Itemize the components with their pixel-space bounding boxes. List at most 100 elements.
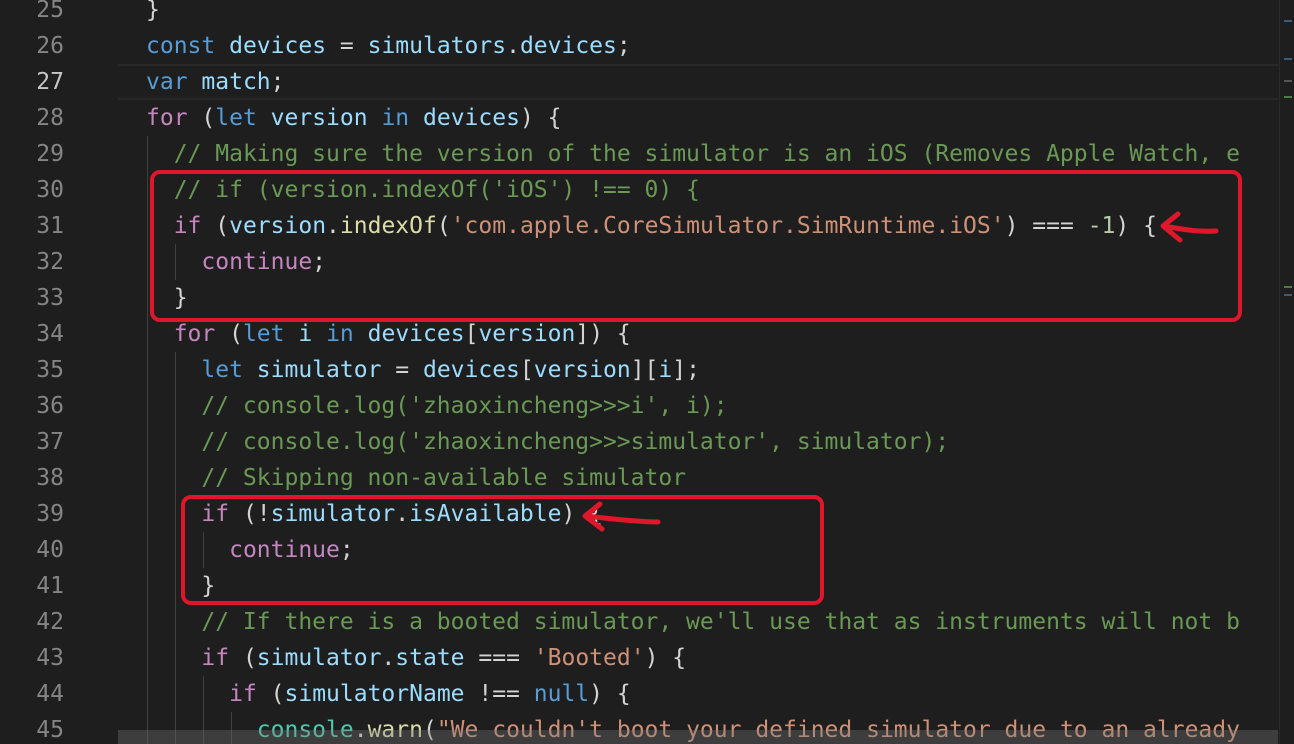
code-line[interactable]: 29 // Making sure the version of the sim… <box>0 136 1294 172</box>
code-token: ) { <box>644 645 687 671</box>
code-token: in <box>381 105 410 131</box>
line-number: 41 <box>36 573 64 599</box>
horizontal-scrollbar-thumb[interactable] <box>118 730 1278 744</box>
code-text[interactable]: // If there is a booted simulator, we'll… <box>146 604 1240 640</box>
code-token: [ <box>519 357 534 383</box>
code-token: match <box>201 69 271 95</box>
code-token: ( <box>256 681 285 707</box>
code-token: in <box>326 321 354 347</box>
code-text[interactable]: // Making sure the version of the simula… <box>146 136 1240 172</box>
code-line[interactable]: 35 let simulator = devices[version][i]; <box>0 352 1294 388</box>
code-token: // Making sure the version of the simula… <box>173 141 1240 167</box>
code-line[interactable]: 36 // console.log('zhaoxincheng>>>i', i)… <box>0 388 1294 424</box>
code-token: === <box>464 645 534 671</box>
code-line[interactable]: 44 if (simulatorName !== null) { <box>0 676 1294 712</box>
code-line[interactable]: 26 const devices = simulators.devices; <box>0 28 1294 64</box>
code-token: !== <box>464 681 534 707</box>
code-token: state <box>395 645 465 671</box>
code-token: // Skipping non-available simulator <box>201 465 687 491</box>
code-text[interactable]: } <box>146 0 160 28</box>
code-line[interactable]: 37 // console.log('zhaoxincheng>>>simula… <box>0 424 1294 460</box>
code-line[interactable]: 25} <box>0 0 1294 28</box>
code-token: null <box>533 681 590 707</box>
line-number: 45 <box>36 717 64 743</box>
code-token: devices <box>422 357 520 383</box>
code-token: let <box>201 357 243 383</box>
code-text[interactable]: let simulator = devices[version][i]; <box>146 352 700 388</box>
code-token: var <box>146 69 188 95</box>
annotation-box-ios-check <box>150 170 1242 322</box>
code-token: // If there is a booted simulator, we'll… <box>201 609 1240 635</box>
code-token: if <box>229 681 257 707</box>
code-line[interactable]: 27 var match; <box>0 64 1294 100</box>
code-editor[interactable]: 25} 26 const devices = simulators.devices;… <box>0 0 1294 744</box>
line-number: 28 <box>36 105 64 131</box>
code-token: let <box>242 321 285 347</box>
code-token: = <box>326 33 368 59</box>
indent-guide <box>147 136 148 744</box>
code-token: devices <box>519 33 617 59</box>
code-text[interactable]: // console.log('zhaoxincheng>>>simulator… <box>146 424 949 460</box>
code-token: ) { <box>519 105 562 131</box>
line-number: 43 <box>36 645 64 671</box>
line-number: 38 <box>36 465 64 491</box>
code-text[interactable]: // Skipping non-available simulator <box>146 460 686 496</box>
code-text[interactable]: if (simulatorName !== null) { <box>146 676 631 712</box>
code-token: simulator <box>256 357 382 383</box>
code-token: devices <box>367 321 465 347</box>
code-text[interactable]: for (let version in devices) { <box>146 100 562 136</box>
line-number: 32 <box>36 249 64 275</box>
annotation-box-availability-check <box>181 495 824 605</box>
code-text[interactable]: // console.log('zhaoxincheng>>>i', i); <box>146 388 728 424</box>
code-token: ][ <box>630 357 659 383</box>
code-token: . <box>506 33 520 59</box>
code-token: devices <box>423 105 520 131</box>
line-number: 42 <box>36 609 64 635</box>
code-text[interactable]: var match; <box>146 64 285 100</box>
code-line[interactable]: 38 // Skipping non-available simulator <box>0 460 1294 496</box>
code-token: // console.log('zhaoxincheng>>>i', i); <box>201 393 728 419</box>
line-number: 39 <box>36 501 64 527</box>
line-number: 31 <box>36 213 64 239</box>
code-token: simulatorName <box>284 681 465 707</box>
code-token: ( <box>215 321 243 347</box>
line-number: 36 <box>36 393 64 419</box>
code-text[interactable]: if (simulator.state === 'Booted') { <box>146 640 686 676</box>
code-line[interactable]: 43 if (simulator.state === 'Booted') { <box>0 640 1294 676</box>
vertical-scrollbar[interactable] <box>1279 0 1294 744</box>
line-number: 30 <box>36 177 64 203</box>
code-token: let <box>215 105 257 131</box>
code-token: ( <box>229 645 257 671</box>
line-number: 37 <box>36 429 64 455</box>
line-number: 33 <box>36 285 64 311</box>
line-number: 26 <box>36 33 64 59</box>
code-token: for <box>146 105 188 131</box>
code-token: i <box>658 357 673 383</box>
code-line[interactable]: 28 for (let version in devices) { <box>0 100 1294 136</box>
line-number: 29 <box>36 141 64 167</box>
code-token: simulators <box>367 33 507 59</box>
code-token: ]; <box>672 357 700 383</box>
line-number: 35 <box>36 357 64 383</box>
line-number: 34 <box>36 321 64 347</box>
code-text[interactable]: const devices = simulators.devices; <box>146 28 631 64</box>
code-token: ( <box>187 105 216 131</box>
code-token: = <box>381 357 423 383</box>
code-line[interactable]: 42 // If there is a booted simulator, we… <box>0 604 1294 640</box>
indent-guide <box>175 352 176 744</box>
